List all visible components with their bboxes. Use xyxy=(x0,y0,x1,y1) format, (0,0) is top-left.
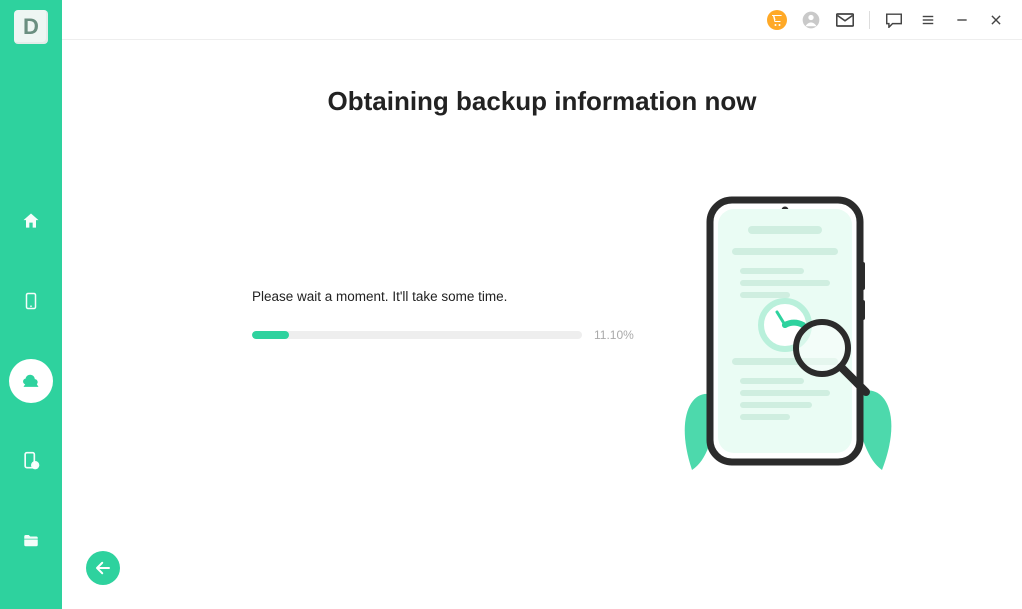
sidebar: D ! xyxy=(0,0,62,609)
logo-letter: D xyxy=(23,14,39,40)
mail-icon xyxy=(836,13,854,27)
progress-row: 11.10% xyxy=(252,328,652,342)
user-button[interactable] xyxy=(797,6,825,34)
titlebar xyxy=(62,0,1022,40)
sidebar-item-device[interactable] xyxy=(0,279,62,323)
titlebar-separator xyxy=(869,11,870,29)
user-icon xyxy=(801,10,821,30)
minimize-button[interactable] xyxy=(948,6,976,34)
menu-icon xyxy=(920,13,936,27)
cart-button[interactable] xyxy=(763,6,791,34)
folder-icon xyxy=(21,532,41,550)
mail-button[interactable] xyxy=(831,6,859,34)
main-panel: Obtaining backup information now Please … xyxy=(62,40,1022,609)
phone-icon xyxy=(22,291,40,311)
app-logo: D xyxy=(14,10,48,44)
page-title: Obtaining backup information now xyxy=(122,86,962,117)
phone-illustration xyxy=(652,190,932,490)
content-area: Obtaining backup information now Please … xyxy=(62,0,1022,609)
menu-button[interactable] xyxy=(914,6,942,34)
progress-bar xyxy=(252,331,582,339)
cart-icon xyxy=(767,10,787,30)
progress-percent-label: 11.10% xyxy=(594,328,634,342)
device-alert-icon: ! xyxy=(21,451,41,471)
progress-fill xyxy=(252,331,289,339)
feedback-button[interactable] xyxy=(880,6,908,34)
svg-text:!: ! xyxy=(34,464,36,470)
close-icon xyxy=(989,13,1003,27)
back-button[interactable] xyxy=(86,551,120,585)
wait-text: Please wait a moment. It'll take some ti… xyxy=(252,289,652,304)
sidebar-item-cloud[interactable] xyxy=(0,359,62,403)
sidebar-item-home[interactable] xyxy=(0,199,62,243)
back-arrow-icon xyxy=(94,559,112,577)
progress-block: Please wait a moment. It'll take some ti… xyxy=(252,289,652,342)
home-icon xyxy=(21,211,41,231)
sidebar-item-device-alert[interactable]: ! xyxy=(0,439,62,483)
chat-icon xyxy=(885,12,903,28)
cloud-icon xyxy=(21,371,41,391)
sidebar-nav: ! xyxy=(0,199,62,563)
minimize-icon xyxy=(955,13,969,27)
sidebar-item-folder[interactable] xyxy=(0,519,62,563)
close-button[interactable] xyxy=(982,6,1010,34)
